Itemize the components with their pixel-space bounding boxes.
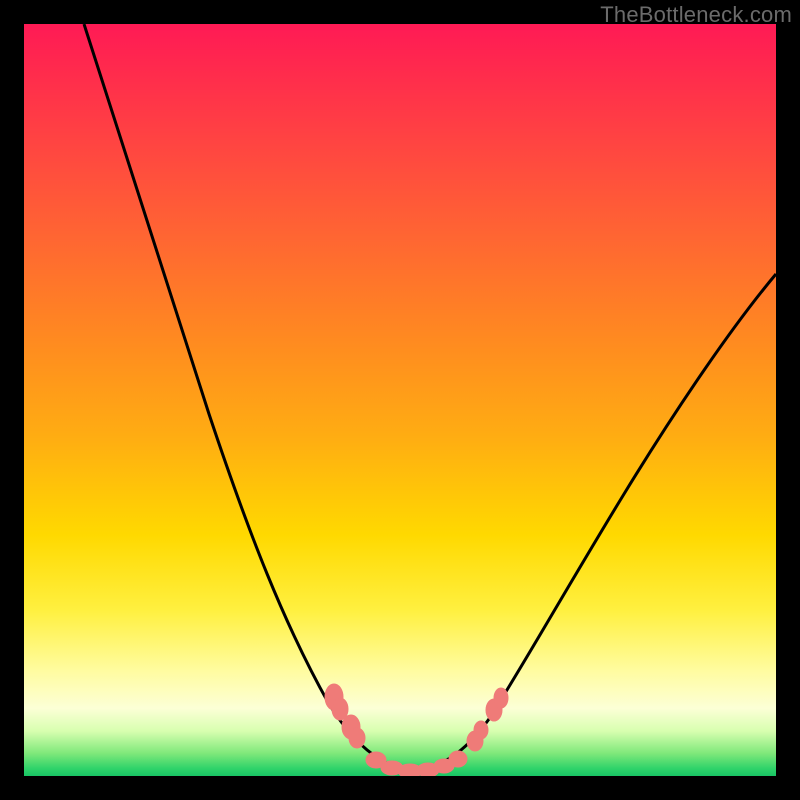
curve-right <box>409 274 776 772</box>
bottleneck-curve <box>24 24 776 776</box>
watermark-text: TheBottleneck.com <box>600 2 792 28</box>
chart-plot-area <box>24 24 776 776</box>
chart-frame: TheBottleneck.com <box>0 0 800 800</box>
valley-markers <box>325 684 508 776</box>
curve-left <box>84 24 409 772</box>
